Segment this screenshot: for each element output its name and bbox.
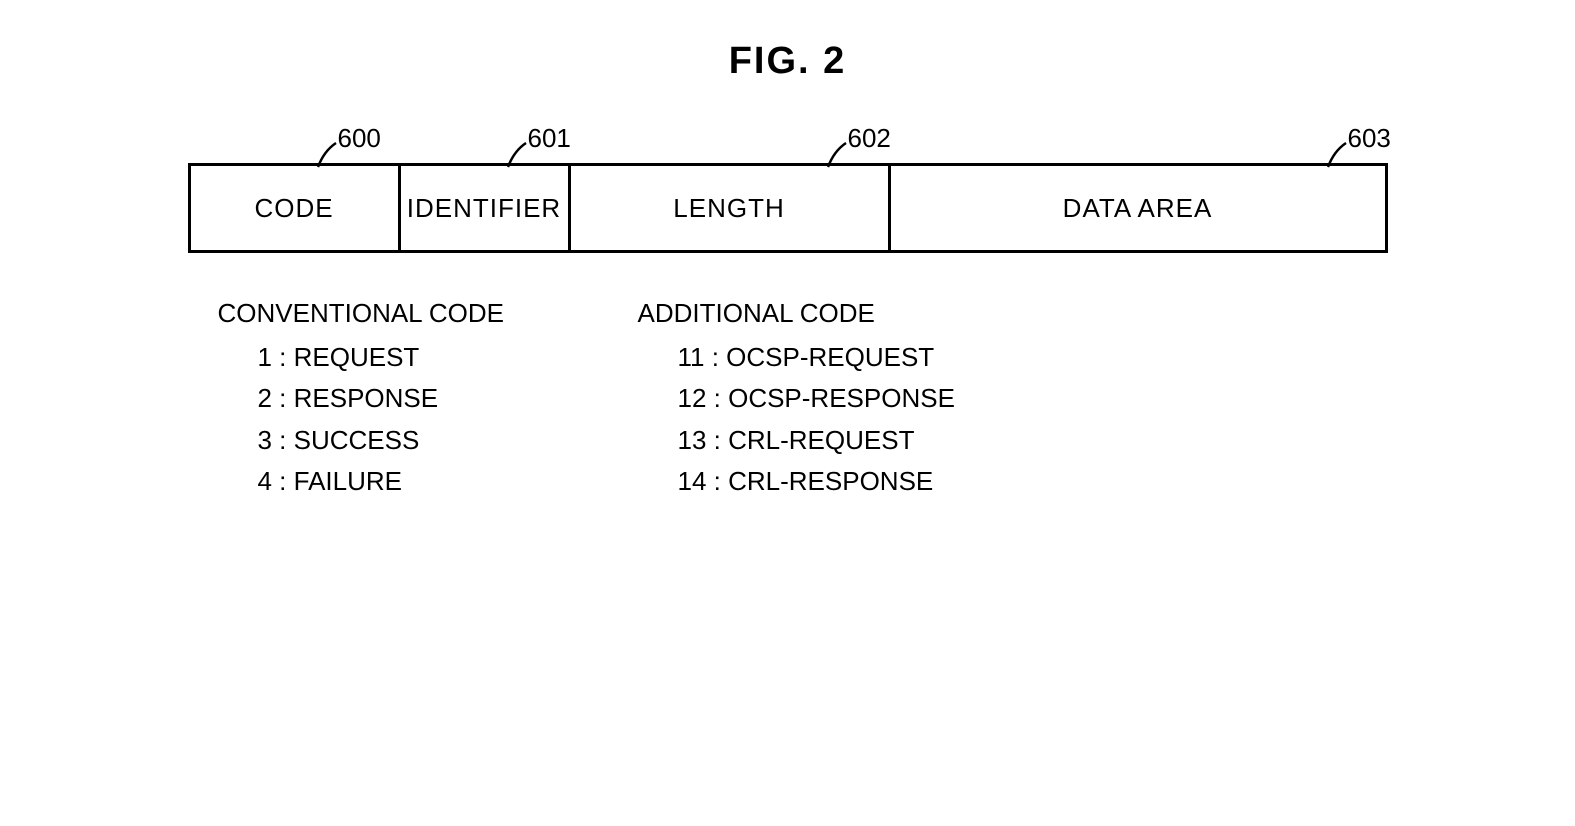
figure-title: FIG. 2 — [40, 40, 1535, 83]
field-identifier: IDENTIFIER — [401, 166, 571, 250]
ref-602: 602 — [848, 123, 891, 154]
ref-600: 600 — [338, 123, 381, 154]
conventional-code-column: CONVENTIONAL CODE 1 : REQUEST 2 : RESPON… — [218, 293, 598, 503]
conventional-code-item: 3 : SUCCESS — [218, 420, 598, 462]
additional-code-heading: ADDITIONAL CODE — [638, 293, 1038, 335]
conventional-code-item: 4 : FAILURE — [218, 461, 598, 503]
field-data-area: DATA AREA — [891, 166, 1385, 250]
field-code: CODE — [191, 166, 401, 250]
additional-code-item: 12 : OCSP-RESPONSE — [638, 378, 1038, 420]
conventional-code-item: 1 : REQUEST — [218, 337, 598, 379]
additional-code-item: 13 : CRL-REQUEST — [638, 420, 1038, 462]
ref-601: 601 — [528, 123, 571, 154]
field-length: LENGTH — [571, 166, 891, 250]
additional-code-item: 14 : CRL-RESPONSE — [638, 461, 1038, 503]
additional-code-column: ADDITIONAL CODE 11 : OCSP-REQUEST 12 : O… — [638, 293, 1038, 503]
conventional-code-heading: CONVENTIONAL CODE — [218, 293, 598, 335]
code-lists: CONVENTIONAL CODE 1 : REQUEST 2 : RESPON… — [188, 293, 1388, 503]
ref-603: 603 — [1348, 123, 1391, 154]
packet-row: CODE IDENTIFIER LENGTH DATA AREA — [188, 163, 1388, 253]
packet-structure: 600 601 602 603 CODE IDENTIFIER LENGTH D… — [188, 163, 1388, 253]
additional-code-item: 11 : OCSP-REQUEST — [638, 337, 1038, 379]
conventional-code-item: 2 : RESPONSE — [218, 378, 598, 420]
